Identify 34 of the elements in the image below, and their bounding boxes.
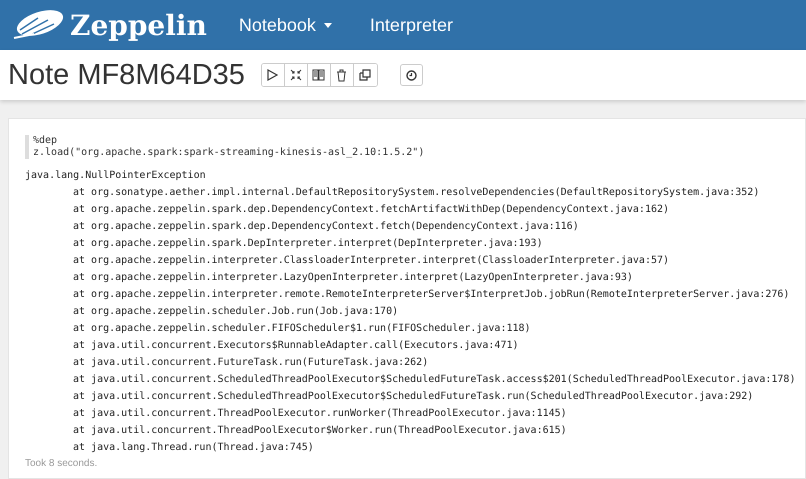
code-line: %dep: [33, 135, 58, 147]
code-line: z.load("org.apache.spark:spark-streaming-kinesis-asl_2.10:1.5.2"): [33, 147, 426, 159]
brand-name[interactable]: Zeppelin: [70, 8, 207, 42]
collapse-icon: [290, 69, 302, 81]
notebook-dropdown[interactable]: Notebook: [238, 14, 332, 36]
stack-trace-line: at java.util.concurrent.ThreadPoolExecutor.runWorker(ThreadPoolExecutor.java:1145): [72, 407, 568, 421]
schedule-button[interactable]: [400, 64, 423, 86]
book-icon: [312, 69, 326, 81]
clock-icon: [406, 70, 417, 80]
stack-trace-line: at org.apache.zeppelin.scheduler.Job.run(Job.java:170): [72, 305, 400, 319]
stack-trace-line: at org.apache.zeppelin.spark.DepInterpreter.interpret(DepInterpreter.java:193): [72, 237, 544, 251]
stack-trace-line: at org.sonatype.aether.impl.internal.DefaultRepositorySystem.resolveDependencies(DefaultRepositorySystem.java:352): [72, 186, 760, 200]
code-editor[interactable]: %dep z.load("org.apache.spark:spark-streaming-kinesis-asl_2.10:1.5.2"): [25, 135, 791, 159]
note-title: Note MF8M64D35: [8, 58, 245, 92]
stack-trace-line: at org.apache.zeppelin.scheduler.FIFOScheduler$1.run(FIFOScheduler.java:118): [72, 322, 532, 336]
play-button[interactable]: [262, 64, 285, 86]
stack-trace-line: at org.apache.zeppelin.interpreter.LazyOpenInterpreter.interpret(LazyOpenInterpreter.java:93): [72, 271, 634, 285]
stack-trace-line: at java.util.concurrent.ScheduledThreadPoolExecutor$ScheduledFutureTask.access$201(ScheduledThreadPoolExecutor.java:178): [72, 373, 791, 387]
stack-trace-line: at java.util.concurrent.Executors$RunnableAdapter.call(Executors.java:471): [72, 339, 520, 353]
play-icon: [267, 69, 278, 81]
stack-trace-line: at java.lang.Thread.run(Thread.java:745): [72, 441, 315, 455]
stack-trace-line: at org.apache.zeppelin.spark.dep.DependencyContext.fetch(DependencyContext.java:116): [72, 220, 580, 234]
exception-line: java.lang.NullPointerException: [25, 169, 207, 183]
nav-link[interactable]: Interpreter: [370, 14, 453, 36]
stack-trace-line: at org.apache.zeppelin.spark.dep.DependencyContext.fetchArtifactWithDep(DependencyContext.java:162): [72, 203, 670, 217]
stack-trace-line: at java.util.concurrent.ThreadPoolExecutor$Worker.run(ThreadPoolExecutor.java:615): [72, 424, 568, 438]
stack-trace-line: at org.apache.zeppelin.interpreter.ClassloaderInterpreter.interpret(ClassloaderInterpreter.java:57): [72, 254, 670, 268]
stack-trace-line: at java.util.concurrent.ScheduledThreadPoolExecutor$ScheduledFutureTask.run(ScheduledThreadPoolExecutor.java:292): [72, 390, 754, 404]
stack-trace-line: at java.util.concurrent.FutureTask.run(FutureTask.java:262): [72, 356, 430, 370]
stack-trace-line: at org.apache.zeppelin.interpreter.remote.RemoteInterpreterServer$InterpretJob.jobRun(RemoteInterpreterServer.java:276): [72, 288, 790, 302]
copy-icon: [359, 69, 372, 81]
caret-icon: [324, 22, 332, 28]
trash-icon: [336, 68, 348, 82]
run-status: Took 8 seconds.: [25, 458, 98, 469]
